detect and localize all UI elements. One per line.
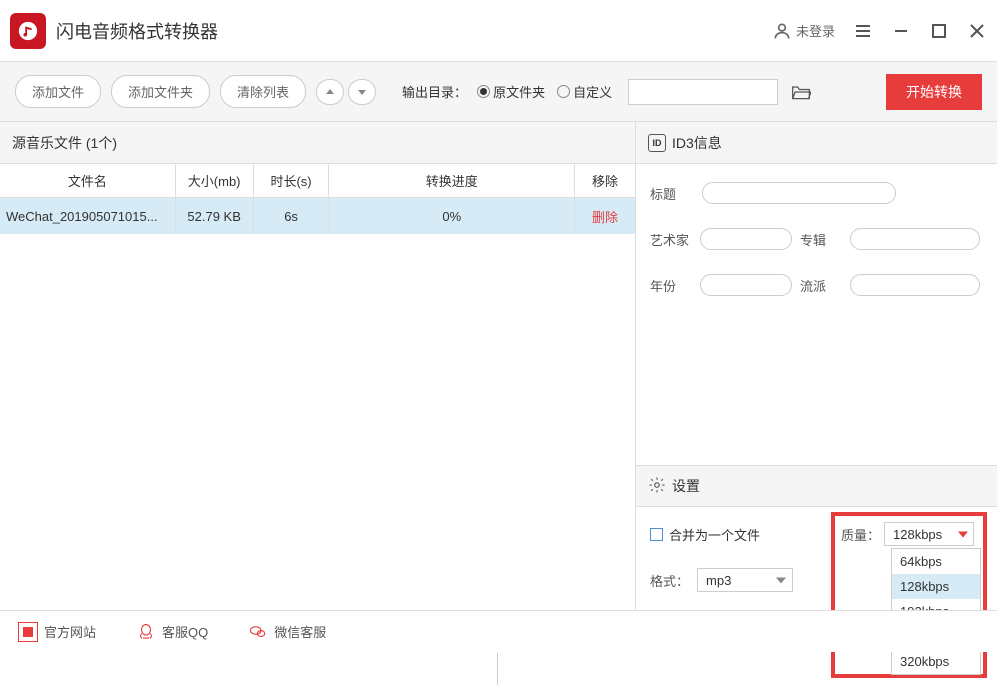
delete-row-button[interactable]: 删除 (575, 198, 635, 234)
gear-icon (648, 476, 666, 497)
add-file-button[interactable]: 添加文件 (15, 75, 101, 108)
maximize-button[interactable] (929, 21, 949, 41)
wechat-support-link[interactable]: 微信客服 (248, 622, 326, 642)
qq-icon (136, 622, 156, 642)
quality-option-320[interactable]: 320kbps (892, 649, 980, 674)
cell-size: 52.79 KB (176, 198, 254, 234)
genre-input[interactable] (850, 274, 980, 296)
merge-label: 合并为一个文件 (669, 525, 760, 544)
radio-original-label: 原文件夹 (493, 82, 545, 101)
col-size: 大小(mb) (176, 164, 254, 197)
output-path-input[interactable] (628, 79, 778, 105)
col-progress: 转换进度 (329, 164, 575, 197)
table-header: 文件名 大小(mb) 时长(s) 转换进度 移除 (0, 164, 635, 198)
id3-header: ID ID3信息 (636, 122, 997, 164)
radio-icon (477, 85, 490, 98)
quality-option-64[interactable]: 64kbps (892, 549, 980, 574)
bottom-divider (497, 653, 498, 685)
login-status-label: 未登录 (796, 21, 835, 40)
output-dir-label: 输出目录： (402, 82, 467, 101)
cell-duration: 6s (254, 198, 330, 234)
col-filename: 文件名 (0, 164, 176, 197)
add-folder-button[interactable]: 添加文件夹 (111, 75, 210, 108)
quality-label: 质量： (841, 525, 880, 544)
year-input[interactable] (700, 274, 792, 296)
source-files-panel: 源音乐文件 (1个) 文件名 大小(mb) 时长(s) 转换进度 移除 WeCh… (0, 122, 636, 610)
title-input[interactable] (702, 182, 896, 204)
website-icon (18, 622, 38, 642)
radio-custom-folder[interactable]: 自定义 (557, 82, 612, 101)
clear-list-button[interactable]: 清除列表 (220, 75, 306, 108)
qq-label: 客服QQ (162, 622, 208, 641)
toolbar: 添加文件 添加文件夹 清除列表 输出目录： 原文件夹 自定义 开始转换 (0, 62, 997, 122)
table-row[interactable]: WeChat_201905071015... 52.79 KB 6s 0% 删除 (0, 198, 635, 234)
quality-select[interactable]: 128kbps (884, 522, 974, 546)
menu-button[interactable] (853, 21, 873, 41)
footer: 官方网站 客服QQ 微信客服 (0, 610, 997, 652)
format-value: mp3 (706, 573, 731, 588)
format-label: 格式： (650, 571, 689, 590)
radio-custom-label: 自定义 (573, 82, 612, 101)
move-down-button[interactable] (348, 79, 376, 105)
title-label: 标题 (650, 184, 694, 203)
album-input[interactable] (850, 228, 980, 250)
official-website-link[interactable]: 官方网站 (18, 622, 96, 642)
format-select[interactable]: mp3 (697, 568, 793, 592)
title-bar: 闪电音频格式转换器 未登录 (0, 0, 997, 62)
settings-header: 设置 (636, 465, 997, 507)
year-label: 年份 (650, 276, 692, 295)
wechat-icon (248, 622, 268, 642)
id3-header-label: ID3信息 (672, 133, 722, 153)
col-remove: 移除 (575, 164, 635, 197)
genre-label: 流派 (800, 276, 842, 295)
start-convert-button[interactable]: 开始转换 (886, 74, 982, 110)
quality-highlight-box: 质量： 128kbps 64kbps 128kbps 192kbps 256kb… (831, 512, 987, 678)
id3-icon: ID (648, 134, 666, 152)
artist-input[interactable] (700, 228, 792, 250)
browse-folder-button[interactable] (788, 79, 814, 105)
source-files-header: 源音乐文件 (1个) (0, 122, 635, 164)
artist-label: 艺术家 (650, 230, 692, 249)
minimize-button[interactable] (891, 21, 911, 41)
checkbox-icon (650, 528, 663, 541)
cell-filename: WeChat_201905071015... (0, 198, 176, 234)
quality-option-128[interactable]: 128kbps (892, 574, 980, 599)
chevron-down-icon (958, 527, 968, 542)
close-button[interactable] (967, 21, 987, 41)
radio-icon (557, 85, 570, 98)
settings-header-label: 设置 (672, 476, 700, 496)
quality-value: 128kbps (893, 527, 942, 542)
app-title: 闪电音频格式转换器 (56, 18, 772, 44)
app-logo-icon (10, 13, 46, 49)
login-button[interactable]: 未登录 (772, 21, 835, 41)
col-duration: 时长(s) (254, 164, 330, 197)
cell-progress: 0% (330, 198, 576, 234)
radio-original-folder[interactable]: 原文件夹 (477, 82, 545, 101)
wechat-label: 微信客服 (274, 622, 326, 641)
move-up-button[interactable] (316, 79, 344, 105)
album-label: 专辑 (800, 230, 842, 249)
qq-support-link[interactable]: 客服QQ (136, 622, 208, 642)
website-label: 官方网站 (44, 622, 96, 641)
chevron-down-icon (776, 573, 786, 588)
